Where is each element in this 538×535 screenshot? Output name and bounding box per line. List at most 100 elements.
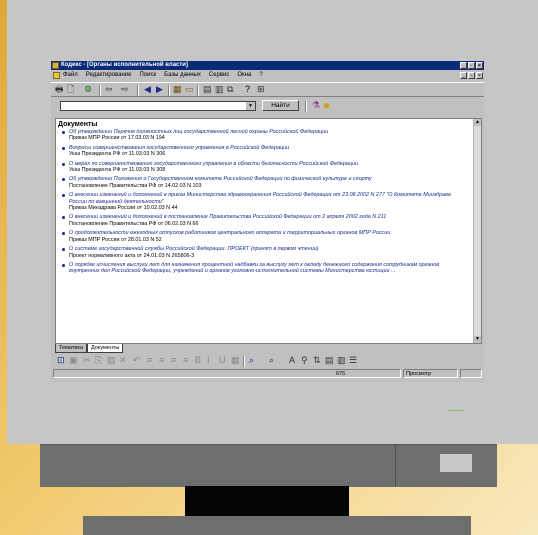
main-toolbar: 🖶 🗋 ⚙ ⇦ ⇨ ◀ ▶ ▦ ▭ ▤ ▥ ⧉ ? ⊞	[51, 82, 484, 97]
print-preview-icon[interactable]: 🗋	[67, 83, 74, 96]
close-button[interactable]: ×	[476, 62, 483, 69]
align-center-icon[interactable]: ≡	[159, 354, 164, 367]
document-link[interactable]: О внесении изменений и дополнений в прик…	[69, 192, 466, 205]
screen-mark	[448, 410, 464, 411]
window-tile-icon[interactable]: ⊞	[257, 83, 265, 96]
copy-doc-icon[interactable]: ⎘	[95, 354, 102, 367]
mdi-restore-button[interactable]: ▫	[468, 72, 475, 79]
status-mode: Просмотр	[403, 369, 458, 378]
diamond-icon[interactable]: ◆	[323, 99, 330, 112]
scroll-down-icon[interactable]: ▼	[474, 336, 481, 343]
bottom-toolbar: ⊡ ▣ ✂ ⎘ ▤ ✕ ↶ ≡ ≡ ≡ ≡ B I U ▦ ⌕ ⌕ A ⚲ ⇅ …	[53, 354, 482, 367]
menu-help[interactable]: ?	[259, 71, 262, 80]
document-meta: Приказ Минздрава России от 10.02.03 N 44	[69, 205, 178, 212]
document-icon[interactable]	[53, 72, 60, 79]
window-title: Кодекс - [Органы исполнительной власти]	[61, 62, 188, 68]
list-item: О продолжительности ежегодных отпусков р…	[60, 230, 466, 243]
menu-file[interactable]: Файл	[63, 71, 78, 80]
list-item: О внесении изменений и дополнений в прик…	[60, 192, 466, 211]
chevron-down-icon[interactable]: ▼	[246, 102, 255, 110]
italic-icon[interactable]: I	[207, 354, 210, 367]
list-item: Об утверждении Перечня должностных лиц г…	[60, 129, 466, 142]
align-left-icon[interactable]: ≡	[147, 354, 152, 367]
scroll-up-icon[interactable]: ▲	[474, 119, 481, 126]
list-item: О системе государственной службы Российс…	[60, 246, 466, 259]
document-link[interactable]: О порядке исчисления выслуги лет для наз…	[69, 262, 466, 275]
save-icon[interactable]: ▣	[69, 354, 78, 367]
search-icon[interactable]: ⌕	[269, 354, 274, 367]
font-size-icon[interactable]: A	[289, 354, 295, 367]
filter-icon[interactable]: ⚗	[312, 99, 320, 112]
context-help-icon[interactable]: ?	[245, 83, 250, 96]
copy-icon[interactable]: ▥	[215, 83, 224, 96]
back-arrow-icon[interactable]: ⇦	[105, 83, 113, 96]
list-item: О внесении изменений и дополнений в пост…	[60, 214, 466, 227]
monitor-neck	[185, 486, 349, 516]
tab-topics[interactable]: Тематика	[55, 344, 88, 353]
vertical-scrollbar[interactable]: ▲ ▼	[473, 119, 481, 343]
folder-icon[interactable]: ▭	[185, 83, 194, 96]
status-bar: 675 Просмотр	[53, 369, 482, 379]
tab-documents[interactable]: Документы	[87, 344, 124, 353]
status-count-field: 675	[53, 369, 401, 378]
search-combo[interactable]: ▼	[60, 101, 256, 111]
justify-icon[interactable]: ≡	[183, 354, 188, 367]
document-pane[interactable]: Документы Об утверждении Перечня должнос…	[55, 118, 482, 344]
menu-databases[interactable]: Базы данных	[164, 71, 201, 80]
delete-icon[interactable]: ✕	[119, 354, 127, 367]
printer-icon[interactable]: 🖶	[55, 83, 64, 96]
search-input[interactable]	[61, 111, 63, 117]
list-item: Об утверждении Положения о Государственн…	[60, 176, 466, 189]
maximize-button[interactable]: ▫	[468, 62, 475, 69]
sort-icon[interactable]: ⇅	[313, 354, 321, 367]
bookmarks-icon[interactable]: ▦	[173, 83, 182, 96]
magnifier-icon[interactable]: ⚲	[301, 354, 308, 367]
toolbar-separator	[168, 85, 170, 96]
binoculars-icon[interactable]: ⌕	[249, 354, 254, 367]
cut-icon[interactable]: ✂	[83, 354, 91, 367]
export-icon[interactable]: ⧉	[227, 83, 233, 96]
forward-arrow-icon[interactable]: ⇨	[121, 83, 129, 96]
list-view-icon[interactable]: ☰	[349, 354, 357, 367]
underline-icon[interactable]: U	[219, 354, 226, 367]
open-icon[interactable]: ⊡	[57, 354, 65, 367]
menu-windows[interactable]: Окна	[237, 71, 251, 80]
documents-heading: Документы	[58, 121, 98, 128]
toolbar-separator	[197, 85, 199, 96]
settings-icon[interactable]: ⚙	[84, 83, 92, 96]
monitor-base-divider	[395, 444, 396, 486]
toolbar-separator	[137, 85, 139, 96]
document-meta: Приказ МПР России от 17.03.03 N 194	[69, 135, 165, 142]
menu-edit[interactable]: Редактирование	[86, 71, 132, 80]
monitor-base	[40, 444, 497, 487]
document-meta: Постановление Правительства РФ от 06.02.…	[69, 220, 199, 227]
list-item: Вопросы совершенствования государственно…	[60, 145, 466, 158]
search-toolbar: ▼ Найти ⚗ ◆	[51, 99, 484, 115]
document-meta: Постановление Правительства РФ от 14.02.…	[69, 182, 202, 189]
app-window: Кодекс - [Органы исполнительной власти] …	[51, 61, 484, 382]
list-item: О мерах по совершенствованию государстве…	[60, 161, 466, 174]
next-icon[interactable]: ▶	[156, 83, 163, 96]
previous-icon[interactable]: ◀	[144, 83, 151, 96]
filter-list-icon[interactable]: ▥	[337, 354, 346, 367]
document-meta: Приказ МПР России от 28.01.03 N 52	[69, 236, 162, 243]
kodeks-app-icon[interactable]	[52, 62, 59, 69]
print-icon[interactable]: ▤	[325, 354, 334, 367]
paste-icon[interactable]: ▤	[107, 354, 116, 367]
mdi-minimize-button[interactable]: _	[460, 72, 467, 79]
menu-search[interactable]: Поиск	[139, 71, 156, 80]
status-count: 675	[336, 371, 346, 377]
bold-icon[interactable]: B	[195, 354, 201, 367]
toolbar-separator	[305, 101, 307, 112]
list-item: О порядке исчисления выслуги лет для наз…	[60, 262, 466, 275]
title-bar[interactable]: Кодекс - [Органы исполнительной власти] …	[51, 61, 484, 70]
table-icon[interactable]: ▦	[231, 354, 240, 367]
minimize-button[interactable]: _	[460, 62, 467, 69]
align-right-icon[interactable]: ≡	[171, 354, 176, 367]
menu-service[interactable]: Сервис	[209, 71, 230, 80]
find-button[interactable]: Найти	[262, 100, 299, 111]
document-list-icon[interactable]: ▤	[203, 83, 212, 96]
power-panel	[440, 454, 472, 472]
undo-icon[interactable]: ↶	[133, 354, 141, 367]
mdi-close-button[interactable]: ×	[476, 72, 483, 79]
